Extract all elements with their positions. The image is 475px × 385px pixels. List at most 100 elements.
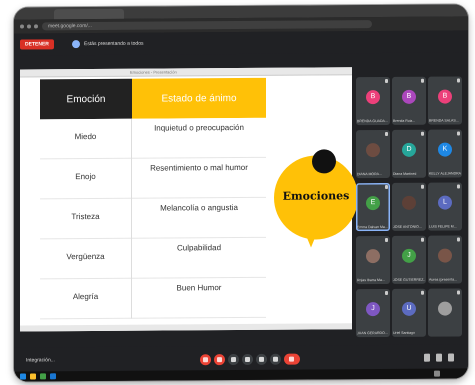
- avatar: L: [438, 195, 452, 210]
- presenting-status: Estás presentando a todos: [84, 40, 144, 48]
- mic-off-icon: [385, 237, 388, 242]
- header-emotion: Emoción: [40, 78, 132, 120]
- present-screen-icon: [72, 40, 80, 49]
- avatar: K: [438, 142, 452, 157]
- mood-cell: Melancolía o angustia: [132, 197, 266, 239]
- slide-toolbar: Emociones - Presentación: [20, 67, 352, 78]
- participant-tile[interactable]: JOSE ANTONIO...: [392, 182, 426, 231]
- emotion-cell: Enojo: [40, 158, 131, 200]
- mic-off-icon: [203, 357, 208, 363]
- mood-cell: Buen Humor: [132, 277, 266, 319]
- hang-up-icon: [289, 356, 294, 362]
- avatar: [438, 301, 452, 316]
- explorer-icon[interactable]: [30, 373, 36, 380]
- present-button[interactable]: [256, 353, 267, 365]
- leave-call-button[interactable]: [284, 353, 300, 365]
- participant-name: DIANA MORA...: [357, 172, 382, 177]
- participant-grid: B BRENDA GUADA... B Brenda Ruiz... B BRE…: [356, 76, 462, 345]
- captions-button[interactable]: [228, 354, 239, 366]
- back-icon[interactable]: [20, 24, 24, 29]
- avatar: [402, 195, 416, 210]
- bubble-dot: [312, 149, 336, 174]
- mic-off-icon: [385, 131, 388, 136]
- participant-name: BRENDA SALAS...: [429, 118, 459, 123]
- chrome-icon[interactable]: [40, 373, 46, 380]
- url-field[interactable]: meet.google.com/...: [42, 20, 372, 31]
- hand-icon: [245, 356, 250, 362]
- avatar: B: [402, 89, 416, 104]
- participant-name: Uriel Santiago: [393, 330, 415, 335]
- mood-cell: Inquietud o preocupación: [132, 117, 266, 159]
- slide-toolbar-title: Emociones - Presentación: [130, 69, 177, 75]
- chat-icon[interactable]: [448, 353, 454, 362]
- participant-tile[interactable]: [428, 288, 462, 337]
- app-icon[interactable]: [50, 373, 56, 380]
- mic-toggle-button[interactable]: [200, 354, 211, 366]
- participant-tile[interactable]: L LUIS FELIPE M...: [428, 182, 462, 231]
- participant-tile[interactable]: B BRENDA GUADA...: [356, 76, 390, 126]
- emotion-cell: Alegría: [40, 278, 131, 320]
- participant-name: Rojas Ibarra Ma...: [357, 277, 385, 283]
- mic-on-icon: [385, 184, 388, 189]
- mic-off-icon: [457, 237, 460, 242]
- mood-column: Inquietud o preocupación Resentimiento o…: [132, 117, 266, 319]
- avatar: U: [402, 301, 416, 316]
- mic-off-icon: [421, 184, 424, 189]
- browser-tab[interactable]: [54, 8, 124, 20]
- presentation-banner: DETENER Estás presentando a todos: [14, 30, 468, 56]
- emotion-column: Miedo Enojo Tristeza Vergüenza Alegría: [40, 118, 132, 320]
- mic-off-icon: [421, 131, 424, 136]
- start-icon[interactable]: [20, 373, 26, 380]
- participant-tile[interactable]: J JOSE GUTIERREZ...: [392, 235, 426, 284]
- participant-tile[interactable]: K KELLY ALEJANDRA...: [428, 129, 462, 178]
- mic-off-icon: [385, 290, 388, 295]
- participant-name: JUAN GERARDO...: [357, 330, 388, 336]
- participant-tile[interactable]: Aurea (presenta...: [428, 235, 462, 284]
- forward-icon[interactable]: [27, 24, 31, 29]
- meet-window: meet.google.com/... DETENER Estás presen…: [14, 4, 468, 382]
- shared-screen: Emociones - Presentación Emoción Estado …: [20, 67, 358, 332]
- slide-statusbar: [20, 323, 352, 332]
- avatar: D: [402, 142, 416, 157]
- participant-tile[interactable]: D Diana Martinez: [392, 129, 426, 178]
- participant-name: LUIS FELIPE M...: [429, 224, 457, 229]
- participant-name: JOSE GUTIERREZ...: [393, 277, 425, 282]
- mic-off-icon: [457, 184, 460, 189]
- mic-off-icon: [457, 78, 460, 83]
- avatar: [366, 143, 380, 158]
- people-icon[interactable]: [436, 353, 442, 362]
- reload-icon[interactable]: [34, 24, 38, 29]
- present-icon: [259, 356, 264, 362]
- mic-off-icon: [457, 131, 460, 136]
- raise-hand-button[interactable]: [242, 353, 253, 365]
- more-options-button[interactable]: [270, 353, 281, 365]
- participant-name: Emma Dalvan Ma...: [357, 224, 388, 230]
- participant-tile[interactable]: J JUAN GERARDO...: [356, 288, 390, 338]
- emotion-cell: Tristeza: [40, 198, 131, 240]
- mic-off-icon: [457, 290, 460, 295]
- participant-tile[interactable]: DIANA MORA...: [356, 129, 390, 179]
- participant-tile-speaking[interactable]: E Emma Dalvan Ma...: [356, 182, 390, 232]
- more-icon: [273, 356, 278, 362]
- stop-presenting-button[interactable]: DETENER: [20, 39, 54, 50]
- mood-cell: Culpabilidad: [132, 237, 266, 279]
- mic-off-icon: [385, 78, 388, 83]
- participant-tile[interactable]: B BRENDA SALAS...: [428, 76, 462, 125]
- participant-name: Aurea (presenta...: [429, 277, 458, 282]
- tray-icon[interactable]: [434, 370, 440, 377]
- camera-toggle-button[interactable]: [214, 354, 225, 366]
- avatar: [366, 249, 380, 264]
- participant-tile[interactable]: B Brenda Ruiz...: [392, 76, 426, 125]
- participant-tile[interactable]: Rojas Ibarra Ma...: [356, 235, 390, 285]
- mic-off-icon: [421, 237, 424, 242]
- avatar: E: [366, 196, 380, 211]
- info-icon[interactable]: [424, 353, 430, 362]
- participant-name: Diana Martinez: [393, 171, 417, 176]
- emotions-table: Emoción Estado de ánimo Miedo Enojo Tris…: [40, 77, 266, 320]
- bubble-title: Emociones: [282, 189, 350, 203]
- avatar: J: [366, 302, 380, 317]
- mic-off-icon: [421, 78, 424, 83]
- participant-name: BRENDA GUADA...: [357, 118, 388, 124]
- participant-tile[interactable]: U Uriel Santiago: [392, 288, 426, 337]
- mood-cell: Resentimiento o mal humor: [132, 157, 266, 199]
